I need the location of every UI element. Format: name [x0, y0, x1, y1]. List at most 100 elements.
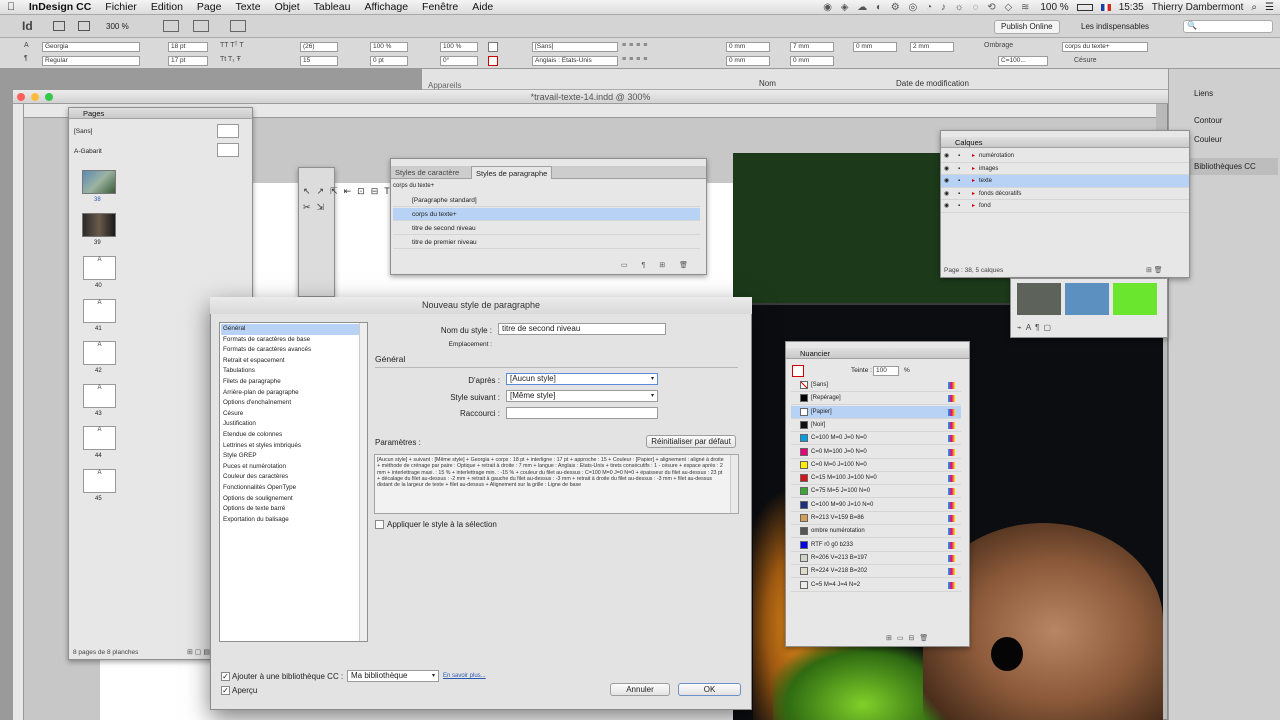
minibridge-icon[interactable] [78, 21, 90, 31]
lock-icon[interactable]: ▪ [958, 200, 960, 213]
category-item[interactable]: Arrière-plan de paragraphe [221, 388, 359, 399]
add-to-cc-checkbox[interactable]: ✓ [221, 672, 230, 681]
para-mode-icon[interactable]: ¶ [24, 55, 28, 62]
menu-page[interactable]: Page [190, 1, 229, 13]
character-style-field[interactable]: [Sans] [532, 42, 618, 52]
menu-app[interactable]: InDesign CC [22, 1, 98, 13]
panel-liens[interactable]: Liens [1172, 85, 1278, 102]
swatch-row[interactable]: ombre numérotation [791, 525, 961, 539]
style-item-second[interactable]: titre de second niveau [393, 222, 700, 235]
layer-row[interactable]: ◉ ▪ ▸ numérotation [941, 150, 1189, 163]
user-name[interactable]: Thierry Dambermont [1152, 2, 1244, 13]
category-item[interactable]: Fonctionnalités OpenType [221, 483, 359, 494]
swatch-row[interactable]: R=206 V=213 B=197 [791, 552, 961, 565]
close-window-button[interactable] [17, 93, 25, 101]
category-item[interactable]: Options de texte barré [221, 504, 359, 515]
hyphenation-checkbox[interactable]: Césure [1074, 57, 1097, 64]
expand-triangle-icon[interactable]: ▸ [972, 150, 975, 163]
tab-paragraph-styles[interactable]: Styles de paragraphe [471, 166, 553, 179]
lock-icon[interactable]: ▪ [958, 150, 960, 163]
kerning-field[interactable]: 15 [300, 56, 338, 66]
minimize-window-button[interactable] [31, 93, 39, 101]
paragraph-style-field[interactable]: corps du texte+ [1062, 42, 1148, 52]
learn-more-link[interactable]: En savoir plus... [443, 673, 486, 679]
category-item[interactable]: Césure [221, 409, 359, 420]
eye-icon[interactable]: ◉ [944, 200, 949, 213]
notifications-icon[interactable]: ☰ [1265, 2, 1274, 13]
publish-online-button[interactable]: Publish Online [994, 20, 1060, 34]
page-thumb-40[interactable]: A [83, 256, 116, 280]
arrange-icon[interactable] [230, 20, 246, 32]
workspace-switcher[interactable]: Les indispensables [1081, 22, 1149, 31]
settings-scrollbar[interactable] [730, 455, 738, 513]
eye-icon[interactable]: ◉ [944, 175, 949, 188]
space-after-field[interactable]: 2 mm [910, 42, 954, 52]
horizontal-scale-field[interactable]: 100 % [440, 42, 478, 52]
swatch-row[interactable]: C=75 M=5 J=100 N=0 [791, 485, 961, 499]
bridge-icon[interactable] [53, 21, 65, 31]
menu-tableau[interactable]: Tableau [307, 1, 358, 13]
spotlight-icon[interactable]: ⌕ [1251, 2, 1257, 13]
view-options-icon[interactable] [163, 20, 179, 32]
stroke-swatch[interactable] [488, 56, 498, 66]
space-before-field[interactable]: 0 mm [853, 42, 897, 52]
expand-triangle-icon[interactable]: ▸ [972, 163, 975, 176]
justify-buttons[interactable]: ≡≡≡≡ [622, 56, 650, 63]
category-item[interactable]: Formats de caractères avancés [221, 345, 359, 356]
apple-icon[interactable]:  [0, 1, 22, 13]
swatch-row[interactable]: [Sans] [791, 379, 961, 392]
category-item[interactable]: Retrait et espacement [221, 356, 359, 367]
skew-field[interactable]: 0° [440, 56, 478, 66]
fill-stroke-icon[interactable] [792, 365, 804, 377]
menu-texte[interactable]: Texte [228, 1, 267, 13]
color-group-icons[interactable]: ⌁A¶▢ [1017, 323, 1055, 332]
layer-row[interactable]: ◉ ▪ ▸ fond [941, 200, 1189, 213]
based-on-select[interactable]: [Aucun style] ▾ [506, 373, 658, 385]
screen-mode-icon[interactable] [193, 20, 209, 32]
layer-row[interactable]: ◉ ▪ ▸ texte [941, 175, 1189, 188]
menu-objet[interactable]: Objet [268, 1, 307, 13]
shortcut-input[interactable] [506, 407, 658, 419]
tracking-field[interactable]: (26) [300, 42, 338, 52]
panel-contour[interactable]: Contour [1172, 112, 1278, 129]
style-name-input[interactable]: titre de second niveau [498, 323, 666, 335]
category-item[interactable]: Tabulations [221, 366, 359, 377]
category-item[interactable]: Options d'enchaînement [221, 398, 359, 409]
page-thumb-42[interactable]: A [83, 341, 116, 365]
category-item[interactable]: Général [221, 324, 359, 335]
master-none[interactable]: [Sans] [74, 128, 92, 135]
pages-footer-icons[interactable]: ⊞ ▢ ▤ [187, 648, 210, 656]
style-item-corps[interactable]: corps du texte+ [393, 208, 700, 221]
swatch-row[interactable]: [Repérage] [791, 392, 961, 406]
font-style-field[interactable]: Regular [42, 56, 140, 66]
reset-defaults-button[interactable]: Réinitialiser par défaut [646, 435, 736, 448]
lock-icon[interactable]: ▪ [958, 175, 960, 188]
layer-row[interactable]: ◉ ▪ ▸ images [941, 163, 1189, 176]
right-indent-field[interactable]: 7 mm [790, 42, 834, 52]
search-field[interactable]: 🔍 [1183, 20, 1273, 33]
vertical-scale-field[interactable]: 100 % [370, 42, 408, 52]
page-thumb-43[interactable]: A [83, 383, 116, 408]
swatch-row[interactable]: [Noir] [791, 419, 961, 432]
char-mode-icon[interactable]: A [24, 42, 29, 49]
category-item[interactable]: Filets de paragraphe [221, 377, 359, 388]
eye-icon[interactable]: ◉ [944, 188, 949, 201]
swatch-row[interactable]: [Papier] [791, 405, 961, 419]
lock-icon[interactable]: ▪ [958, 163, 960, 176]
style-item-standard[interactable]: [Paragraphe standard] [393, 194, 700, 207]
text-case-buttons[interactable]: TT Tᵀ T [220, 42, 244, 49]
library-select[interactable]: Ma bibliothèque ▾ [347, 670, 439, 682]
page-thumb-41[interactable]: A [83, 298, 116, 323]
apply-to-selection-checkbox[interactable] [375, 520, 384, 529]
page-thumb-44[interactable]: A [83, 426, 116, 450]
swatches-footer-icons[interactable]: ⊞▭⊟🗑 [886, 634, 933, 642]
category-item[interactable]: Exportation du balisage [221, 515, 359, 526]
color-chip-2[interactable] [1065, 283, 1109, 315]
font-size-field[interactable]: 18 pt [168, 42, 208, 52]
last-line-indent-field[interactable]: 0 mm [790, 56, 834, 66]
menu-aide[interactable]: Aide [465, 1, 500, 13]
swatch-row[interactable]: C=100 M=90 J=10 N=0 [791, 499, 961, 512]
language-field[interactable]: Anglais : Etats-Unis [532, 56, 618, 66]
tint-field[interactable]: 100 [873, 366, 899, 376]
master-a-thumb[interactable] [217, 143, 239, 157]
